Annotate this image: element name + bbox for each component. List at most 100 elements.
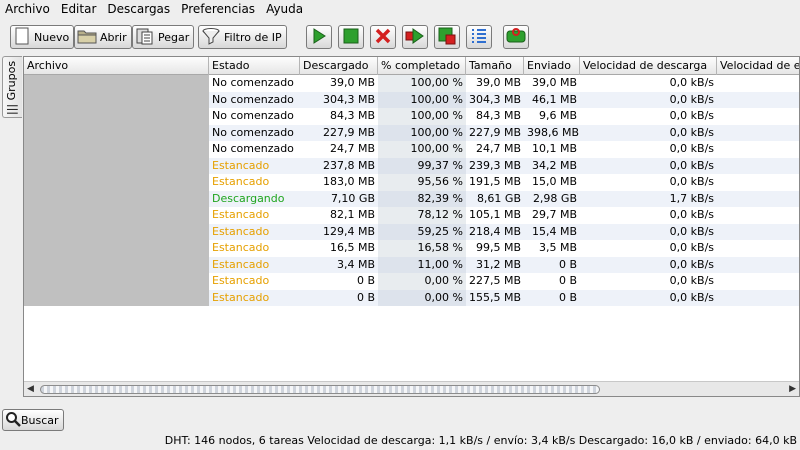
search-button[interactable]: Buscar xyxy=(2,409,64,431)
table-row[interactable]: Estancado0 B0,00 %227,5 MB0 B0,0 kB/s0, xyxy=(24,273,799,290)
details-button[interactable] xyxy=(466,25,492,49)
sent-cell: 15,4 MB xyxy=(531,224,577,238)
downloaded-cell: 24,7 MB xyxy=(329,142,375,155)
percent-cell: 59,25 % xyxy=(378,223,466,240)
downloaded-cell: 0 B xyxy=(356,274,375,287)
downloads-table: Archivo Estado Descargado % completado T… xyxy=(23,56,800,397)
ip-filter-button-label: Filtro de IP xyxy=(224,30,282,44)
col-header-sent[interactable]: Enviado xyxy=(524,57,580,75)
col-header-downloaded[interactable]: Descargado xyxy=(300,57,378,75)
size-cell: 39,0 MB xyxy=(475,76,521,89)
table-row[interactable]: No comenzado 227,9 MB 100,00 % 227,9 MB 398,… xyxy=(24,124,799,142)
sent-cell: 0 B xyxy=(558,257,577,271)
start-button[interactable] xyxy=(306,25,332,49)
pause-button[interactable] xyxy=(434,25,460,49)
stop-icon xyxy=(342,27,360,48)
scrollbar-thumb[interactable] xyxy=(40,385,600,394)
col-header-percent[interactable]: % completado xyxy=(378,57,466,75)
folder-icon xyxy=(77,27,97,48)
file-cell xyxy=(24,273,209,290)
ul-speed-cell: 0, xyxy=(717,240,799,257)
table-row[interactable]: No comenzado 84,3 MB 100,00 % 84,3 MB 9,6 MB… xyxy=(24,108,799,125)
scroll-left-icon[interactable]: ◀ xyxy=(27,384,34,394)
new-button[interactable]: Nuevo xyxy=(10,25,75,49)
toolbar: Nuevo Abrir Pegar Filtro de IP xyxy=(0,19,800,55)
status-cell: Estancado xyxy=(212,175,270,188)
stop-button[interactable] xyxy=(338,25,364,49)
dl-speed-cell: 0,0 kB/s xyxy=(669,290,714,304)
status-cell: Estancado xyxy=(212,158,270,172)
groups-grip-icon: ||| xyxy=(5,103,18,115)
dl-speed-cell: 0,0 kB/s xyxy=(669,92,714,106)
percent-cell: 82,39 % xyxy=(378,190,466,207)
file-cell xyxy=(24,91,209,108)
step-icon xyxy=(405,27,425,48)
on-off-button[interactable] xyxy=(503,25,529,49)
table-row[interactable]: Descargando 7,10 GB 82,39 % 8,61 GB 2,98 GB 1… xyxy=(24,190,799,208)
open-button[interactable]: Abrir xyxy=(74,25,132,49)
col-header-file[interactable]: Archivo xyxy=(24,57,209,75)
dl-speed-cell: 0,0 kB/s xyxy=(669,208,714,221)
table-row[interactable]: Estancado 183,0 MB 95,56 % 191,5 MB 15,0 MB 0… xyxy=(24,174,799,191)
size-cell: 8,61 GB xyxy=(476,191,521,205)
sent-cell: 3,5 MB xyxy=(538,241,577,254)
horizontal-scrollbar[interactable]: ◀ ▶ xyxy=(24,381,799,396)
status-cell: Estancado xyxy=(212,290,270,304)
sent-cell: 9,6 MB xyxy=(538,109,577,122)
size-cell: 99,5 MB xyxy=(475,241,521,254)
col-header-size[interactable]: Tamaño xyxy=(466,57,524,75)
step-button[interactable] xyxy=(402,25,428,49)
table-row[interactable]: Estancado0 B0,00 %155,5 MB0 B0,0 kB/s0, xyxy=(24,289,799,306)
groups-tab[interactable]: ||| Grupos xyxy=(2,56,22,118)
col-header-status[interactable]: Estado xyxy=(209,57,300,75)
table-body: No comenzado 39,0 MB 100,00 % 39,0 MB 39,0 M… xyxy=(24,75,799,306)
ul-speed-cell: 0, xyxy=(717,273,799,290)
file-cell xyxy=(24,157,209,174)
table-row[interactable]: No comenzado 39,0 MB 100,00 % 39,0 MB 39,0 M… xyxy=(24,75,799,92)
file-cell xyxy=(24,174,209,191)
table-row[interactable]: Estancado 3,4 MB 11,00 % 31,2 MB 0 B 0,0 kB/s… xyxy=(24,256,799,274)
menu-editar[interactable]: Editar xyxy=(56,0,103,19)
menu-archivo-label: Archivo xyxy=(5,2,50,16)
scroll-right-icon[interactable]: ▶ xyxy=(789,384,796,394)
table-row[interactable]: Estancado 237,8 MB 99,37 % 239,3 MB 34,2 MB 0… xyxy=(24,157,799,174)
status-bar: DHT: 146 nodos, 6 tareas Velocidad de de… xyxy=(164,434,797,447)
size-cell: 218,4 MB xyxy=(469,224,522,238)
file-cell xyxy=(24,256,209,273)
percent-cell: 100,00 % xyxy=(378,108,466,125)
sent-cell: 2,98 GB xyxy=(532,191,577,205)
remove-button[interactable] xyxy=(370,25,396,49)
downloaded-cell: 183,0 MB xyxy=(322,175,375,188)
menu-ayuda[interactable]: Ayuda xyxy=(261,0,309,19)
dl-speed-cell: 0,0 kB/s xyxy=(669,257,714,271)
status-cell: No comenzado xyxy=(212,76,294,89)
col-header-dl-speed[interactable]: Velocidad de descarga xyxy=(580,57,717,75)
percent-cell: 100,00 % xyxy=(378,75,466,92)
table-row[interactable]: Estancado 16,5 MB 16,58 % 99,5 MB 3,5 MB 0,0 … xyxy=(24,240,799,257)
menu-descargas[interactable]: Descargas xyxy=(102,0,176,19)
table-row[interactable]: Estancado 129,4 MB 59,25 % 218,4 MB 15,4 MB 0… xyxy=(24,223,799,240)
status-cell: Estancado xyxy=(212,208,270,221)
ul-speed-cell: 0, xyxy=(717,108,799,125)
percent-cell: 11,00 % xyxy=(378,256,466,273)
menu-archivo[interactable]: Archivo xyxy=(0,0,56,19)
menu-preferencias[interactable]: Preferencias xyxy=(176,0,261,19)
ul-speed-cell: 3, xyxy=(717,191,799,208)
paste-button[interactable]: Pegar xyxy=(132,25,195,49)
table-row[interactable]: No comenzado 24,7 MB 100,00 % 24,7 MB 10,1 M… xyxy=(24,141,799,158)
new-document-icon xyxy=(13,27,31,48)
file-cell xyxy=(24,223,209,240)
pause-icon xyxy=(438,27,456,48)
downloaded-cell: 129,4 MB xyxy=(322,224,375,238)
percent-cell: 100,00 % xyxy=(378,124,466,141)
downloaded-cell: 7,10 GB xyxy=(330,191,375,205)
sent-cell: 0 B xyxy=(558,274,577,287)
table-row[interactable]: Estancado 82,1 MB 78,12 % 105,1 MB 29,7 MB 0,… xyxy=(24,207,799,224)
col-header-ul-speed[interactable]: Velocidad de e xyxy=(717,57,799,75)
size-cell: 24,7 MB xyxy=(475,142,521,155)
table-row[interactable]: No comenzado 304,3 MB 100,00 % 304,3 MB 46,1… xyxy=(24,91,799,108)
ul-speed-cell: 0, xyxy=(717,125,799,142)
ul-speed-cell: 0, xyxy=(717,257,799,274)
ip-filter-button[interactable]: Filtro de IP xyxy=(198,25,287,49)
status-cell: Estancado xyxy=(212,224,270,238)
